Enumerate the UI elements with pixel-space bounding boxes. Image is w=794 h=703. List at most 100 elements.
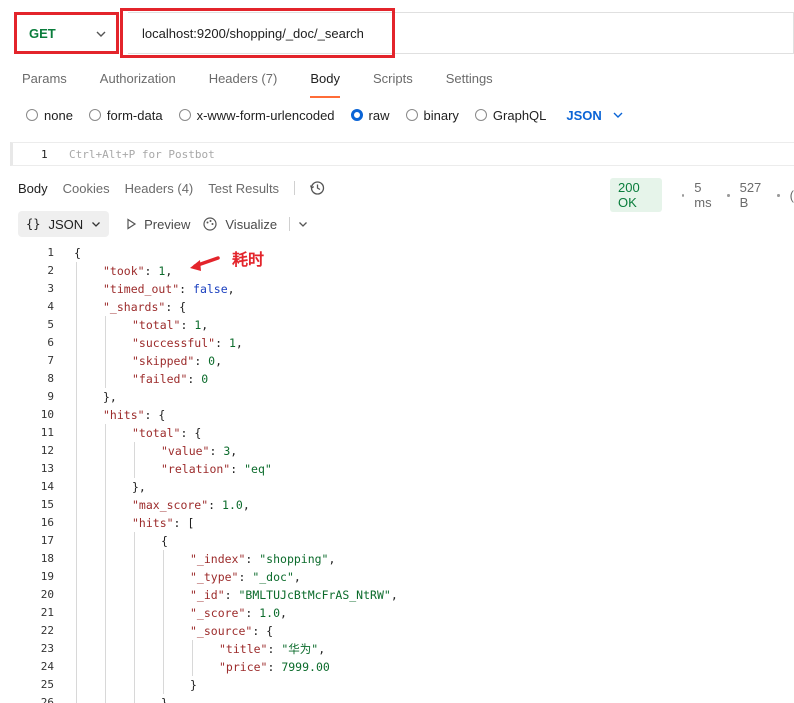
line-number: 15 <box>40 498 54 511</box>
url-input[interactable]: localhost:9200/shopping/_doc/_search <box>142 26 364 41</box>
line-number: 6 <box>47 336 54 349</box>
radio-circle-checked[interactable] <box>350 109 363 121</box>
response-extra[interactable]: ( <box>790 188 794 203</box>
response-code-view[interactable]: 1 {2 "took": 1, 3 "timed_out": false, 4 "_shar… <box>0 244 794 703</box>
code-text: "successful": 1, <box>132 336 243 350</box>
tab-response-headers[interactable]: Headers (4) <box>125 181 194 196</box>
response-time[interactable]: 5 ms <box>694 180 717 210</box>
request-bar: GET localhost:9200/shopping/_doc/_search <box>0 0 794 62</box>
response-tabs: Body Cookies Headers (4) Test Results <box>18 180 325 196</box>
code-text: "_index": "shopping", <box>190 552 336 566</box>
line-number: 14 <box>40 480 54 493</box>
radio-circle[interactable] <box>178 109 191 121</box>
line-number: 1 <box>47 246 54 259</box>
response-toolbar: {} JSON Preview Visualize <box>18 211 308 237</box>
code-line: 12 "value": 3, <box>0 442 794 460</box>
code-line: 14}, <box>0 478 794 496</box>
line-number: 24 <box>40 660 54 673</box>
radio-label: raw <box>368 107 390 123</box>
code-line: 13 "relation": "eq" <box>0 460 794 478</box>
tab-authorization[interactable]: Authorization <box>100 71 176 95</box>
separator-dot <box>727 193 730 197</box>
line-number: 11 <box>40 426 54 439</box>
code-text: "relation": "eq" <box>161 462 272 476</box>
code-text: }, <box>103 390 117 404</box>
indent-guide <box>163 550 164 694</box>
code-line: 2 "took": 1, <box>0 262 794 280</box>
code-line: 20 "_id": "BMLTUJcBtMcFrAS_NtRW", <box>0 586 794 604</box>
line-number: 25 <box>40 678 54 691</box>
code-line: 22 "_source": { <box>0 622 794 640</box>
response-format-select[interactable]: {} JSON <box>18 211 110 237</box>
tab-response-body[interactable]: Body <box>18 181 48 196</box>
code-line: 19 "_type": "_doc", <box>0 568 794 586</box>
code-line: 15 "max_score": 1.0, <box>0 496 794 514</box>
radio-raw[interactable]: raw <box>350 107 390 123</box>
line-number: 17 <box>40 534 54 547</box>
tab-test-results[interactable]: Test Results <box>208 181 279 196</box>
radio-x-www-form-urlencoded[interactable]: x-www-form-urlencoded <box>178 108 335 123</box>
request-body-editor[interactable]: 1 Ctrl+Alt+P for Postbot <box>10 142 794 166</box>
status-badge[interactable]: 200 OK <box>610 178 662 212</box>
line-number: 2 <box>47 264 54 277</box>
editor-placeholder: Ctrl+Alt+P for Postbot <box>69 148 215 161</box>
tab-headers[interactable]: Headers (7) <box>209 71 278 95</box>
chevron-down-icon <box>92 222 101 227</box>
visualize-button[interactable]: Visualize <box>202 216 277 232</box>
radio-label: GraphQL <box>492 107 547 123</box>
tab-body[interactable]: Body <box>310 71 340 98</box>
code-text: "_type": "_doc", <box>190 570 301 584</box>
divider <box>289 217 291 231</box>
visualize-icon <box>203 217 217 231</box>
code-text: "total": { <box>132 426 202 440</box>
line-number: 3 <box>47 282 54 295</box>
code-text: "timed_out": false, <box>103 282 235 296</box>
code-line: 10 "hits": { <box>0 406 794 424</box>
code-text: "_id": "BMLTUJcBtMcFrAS_NtRW", <box>190 588 398 602</box>
line-number: 21 <box>40 606 54 619</box>
radio-none[interactable]: none <box>26 108 73 123</box>
line-number: 16 <box>40 516 54 529</box>
code-line: 4 "_shards": { <box>0 298 794 316</box>
radio-label: form-data <box>106 107 163 123</box>
history-icon[interactable] <box>309 180 325 196</box>
line-number: 5 <box>47 318 54 331</box>
tab-params[interactable]: Params <box>22 71 67 95</box>
code-text: "_source": { <box>190 624 274 638</box>
tab-cookies[interactable]: Cookies <box>63 181 110 196</box>
separator-dot <box>777 193 780 197</box>
radio-circle[interactable] <box>88 109 101 121</box>
code-text: "total": 1, <box>132 318 209 332</box>
indent-guide <box>134 442 135 478</box>
radio-graphql[interactable]: GraphQL <box>474 107 547 123</box>
code-line: 11 "total": { <box>0 424 794 442</box>
chevron-down-icon <box>96 31 106 37</box>
method-select[interactable]: GET <box>14 12 119 54</box>
preview-button[interactable]: Preview <box>125 217 190 232</box>
line-number: 12 <box>40 444 54 457</box>
radio-circle[interactable] <box>474 109 487 121</box>
code-line: 25} <box>0 676 794 694</box>
chevron-down-icon[interactable] <box>298 219 308 229</box>
tab-settings[interactable]: Settings <box>446 71 493 95</box>
tab-scripts[interactable]: Scripts <box>373 71 413 95</box>
radio-form-data[interactable]: form-data <box>88 107 163 123</box>
code-text: "skipped": 0, <box>132 354 223 368</box>
radio-circle[interactable] <box>405 109 418 121</box>
annotation-text: 耗时 <box>232 252 265 269</box>
code-text: { <box>74 246 81 260</box>
indent-guide <box>105 316 106 388</box>
line-number: 4 <box>47 300 54 313</box>
annotation-arrow-icon <box>190 256 220 271</box>
raw-format-select[interactable]: JSON <box>566 108 623 123</box>
radio-circle[interactable] <box>26 109 38 121</box>
code-text: "price": 7999.00 <box>219 660 330 674</box>
response-meta: 200 OK 5 ms 527 B ( <box>610 178 794 212</box>
line-number: 19 <box>40 570 54 583</box>
code-text: "failed": 0 <box>132 372 209 386</box>
response-size[interactable]: 527 B <box>740 180 768 210</box>
code-text: "_shards": { <box>103 300 187 314</box>
line-number: 13 <box>40 462 54 475</box>
divider <box>294 181 296 195</box>
radio-binary[interactable]: binary <box>405 108 459 123</box>
